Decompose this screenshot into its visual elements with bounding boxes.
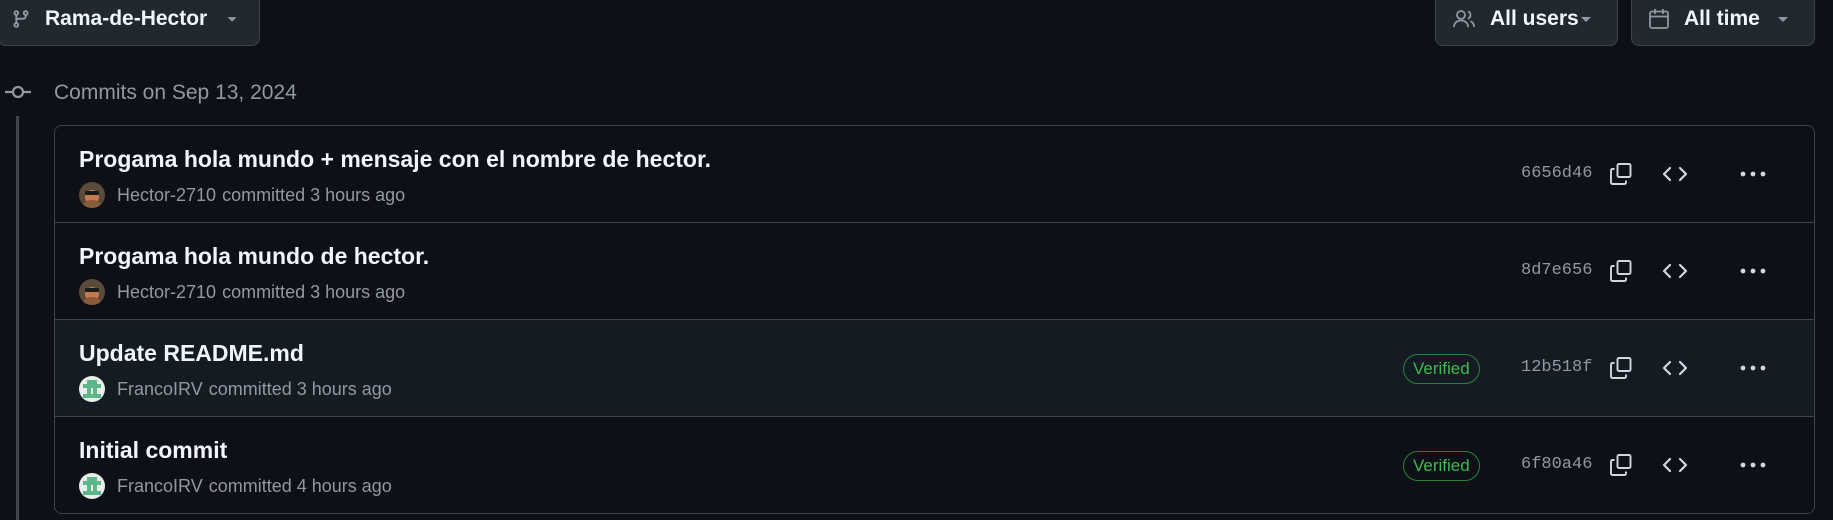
commit-row: Progama hola mundo + mensaje con el nomb… (55, 126, 1814, 223)
copy-icon[interactable] (1603, 253, 1639, 289)
verified-badge[interactable]: Verified (1403, 451, 1480, 481)
commit-sha-link[interactable]: 6f80a46 (1521, 455, 1592, 474)
code-icon[interactable] (1657, 253, 1693, 289)
commit-author-link[interactable]: FrancoIRV (117, 476, 203, 497)
kebab-horizontal-icon[interactable] (1735, 156, 1771, 192)
avatar[interactable] (79, 279, 105, 305)
users-filter-button[interactable]: All users (1435, 0, 1618, 46)
copy-icon[interactable] (1603, 350, 1639, 386)
commit-sha-link[interactable]: 8d7e656 (1521, 261, 1592, 280)
people-icon (1452, 8, 1476, 30)
git-branch-icon (11, 8, 31, 30)
commit-time: committed 3 hours ago (222, 281, 406, 302)
code-icon[interactable] (1657, 350, 1693, 386)
commit-row: Update README.md FrancoIRV committed 3 h… (55, 320, 1814, 417)
users-filter-label: All users (1490, 7, 1579, 30)
commit-title-link[interactable]: Progama hola mundo de hector. (79, 243, 429, 270)
avatar[interactable] (79, 376, 105, 402)
avatar[interactable] (79, 182, 105, 208)
code-icon[interactable] (1657, 447, 1693, 483)
commit-sha-link[interactable]: 12b518f (1521, 358, 1592, 377)
commit-time: committed 3 hours ago (208, 378, 392, 399)
copy-icon[interactable] (1603, 447, 1639, 483)
commit-title-link[interactable]: Update README.md (79, 340, 304, 367)
kebab-horizontal-icon[interactable] (1735, 447, 1771, 483)
triangle-down-icon (1776, 12, 1790, 26)
commit-author-link[interactable]: FrancoIRV (117, 379, 203, 400)
commit-meta: Hector-2710 committed 3 hours ago (79, 182, 405, 208)
commit-title-link[interactable]: Progama hola mundo + mensaje con el nomb… (79, 146, 711, 173)
git-commit-icon (4, 82, 32, 107)
time-filter-label: All time (1684, 7, 1760, 30)
commit-group-date: Commits on Sep 13, 2024 (54, 81, 297, 104)
commit-meta: Hector-2710 committed 3 hours ago (79, 279, 405, 305)
verified-badge[interactable]: Verified (1403, 354, 1480, 384)
commit-time: committed 3 hours ago (222, 184, 406, 205)
commit-meta: FrancoIRV committed 4 hours ago (79, 473, 392, 499)
commit-author-link[interactable]: Hector-2710 (117, 185, 216, 206)
triangle-down-icon (1579, 12, 1593, 26)
commit-sha-link[interactable]: 6656d46 (1521, 164, 1592, 183)
commit-list: Progama hola mundo + mensaje con el nomb… (54, 125, 1815, 514)
commit-author-link[interactable]: Hector-2710 (117, 282, 216, 303)
copy-icon[interactable] (1603, 156, 1639, 192)
time-filter-button[interactable]: All time (1631, 0, 1815, 46)
triangle-down-icon (225, 12, 239, 26)
code-icon[interactable] (1657, 156, 1693, 192)
commit-title-link[interactable]: Initial commit (79, 437, 227, 464)
commit-time: committed 4 hours ago (208, 475, 392, 496)
kebab-horizontal-icon[interactable] (1735, 253, 1771, 289)
branch-selector-button[interactable]: Rama-de-Hector (0, 0, 260, 46)
commit-row: Progama hola mundo de hector. Hector-271… (55, 223, 1814, 320)
calendar-icon (1648, 8, 1670, 30)
commit-row: Initial commit FrancoIRV committed 4 hou… (55, 417, 1814, 513)
commit-meta: FrancoIRV committed 3 hours ago (79, 376, 392, 402)
avatar[interactable] (79, 473, 105, 499)
kebab-horizontal-icon[interactable] (1735, 350, 1771, 386)
branch-selector-label: Rama-de-Hector (45, 7, 208, 30)
timeline-line (16, 116, 19, 520)
